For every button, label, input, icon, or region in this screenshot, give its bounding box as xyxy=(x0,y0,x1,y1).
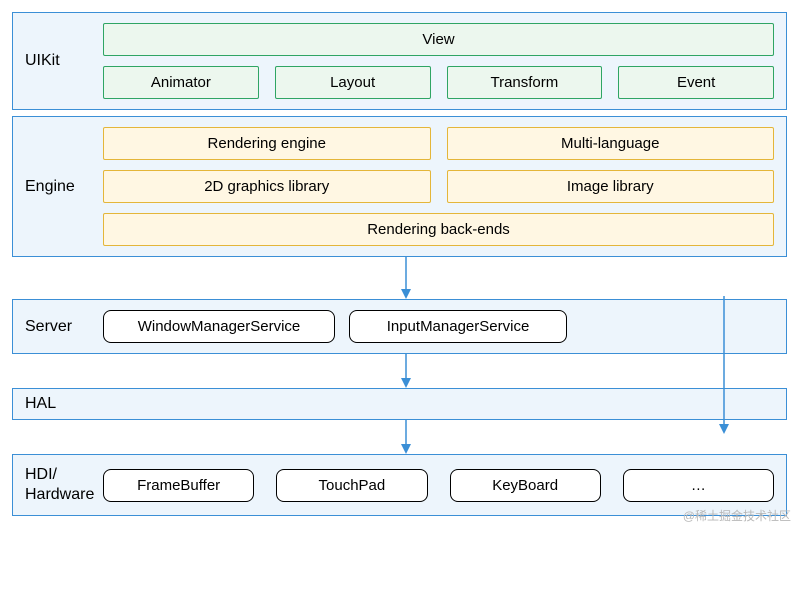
box-image-library: Image library xyxy=(447,170,775,203)
layer-label-engine: Engine xyxy=(25,178,103,196)
box-transform: Transform xyxy=(447,66,603,99)
box-more: … xyxy=(623,469,774,502)
layer-engine: Engine Rendering engine Multi-language 2… xyxy=(12,116,787,257)
layer-label-uikit: UIKit xyxy=(25,52,103,70)
layer-hdi: HDI/ Hardware FrameBuffer TouchPad KeyBo… xyxy=(12,454,787,516)
server-content: WindowManagerService InputManagerService xyxy=(103,310,774,343)
watermark: @稀土掘金技术社区 xyxy=(683,507,791,524)
hdi-content: FrameBuffer TouchPad KeyBoard … xyxy=(103,469,774,502)
box-rendering-backends: Rendering back-ends xyxy=(103,213,774,246)
layer-uikit: UIKit View Animator Layout Transform Eve… xyxy=(12,12,787,110)
layer-server: Server WindowManagerService InputManager… xyxy=(12,299,787,354)
layer-label-hdi: HDI/ Hardware xyxy=(25,465,103,505)
box-2d-graphics: 2D graphics library xyxy=(103,170,431,203)
box-ims: InputManagerService xyxy=(349,310,567,343)
arrow-hal-to-hdi xyxy=(400,420,412,454)
layer-hal: HAL xyxy=(12,388,787,420)
engine-content: Rendering engine Multi-language 2D graph… xyxy=(103,127,774,246)
box-multi-language: Multi-language xyxy=(447,127,775,160)
arrow-server-to-hal xyxy=(400,354,412,388)
arrow-engine-to-server xyxy=(400,257,412,299)
box-animator: Animator xyxy=(103,66,259,99)
box-keyboard: KeyBoard xyxy=(450,469,601,502)
box-framebuffer: FrameBuffer xyxy=(103,469,254,502)
layer-label-server: Server xyxy=(25,318,103,336)
box-touchpad: TouchPad xyxy=(276,469,427,502)
box-wms: WindowManagerService xyxy=(103,310,335,343)
arrow-engine-to-hal-right xyxy=(718,296,730,434)
box-rendering-engine: Rendering engine xyxy=(103,127,431,160)
box-event: Event xyxy=(618,66,774,99)
layer-label-hal: HAL xyxy=(25,395,56,413)
box-view: View xyxy=(103,23,774,56)
uikit-content: View Animator Layout Transform Event xyxy=(103,23,774,99)
box-layout: Layout xyxy=(275,66,431,99)
